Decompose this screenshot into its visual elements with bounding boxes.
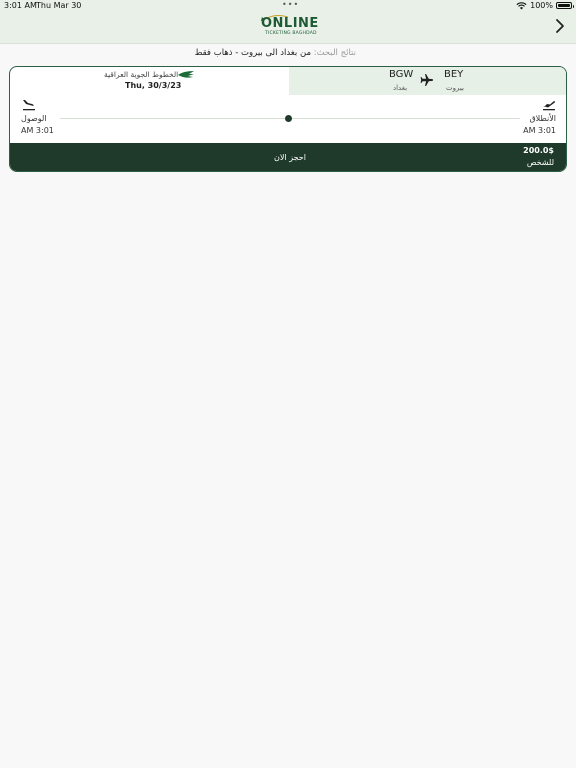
battery-icon (556, 2, 574, 9)
logo-subtitle: TICKETING BAGHDAD (265, 31, 317, 36)
search-summary: نتائج البحث: من بغداد الى بيروت - ذهاب ف… (195, 48, 356, 58)
book-now-button[interactable]: احجز الان 200.0$ للشخص (10, 143, 566, 171)
price: 200.0$ (523, 146, 554, 155)
flight-card[interactable]: BGW بغداد BEY بيروت الخطوط الجوية العراق… (9, 66, 567, 172)
timeline-dot (285, 115, 292, 122)
destination-code: BGW (389, 69, 414, 80)
book-now-label: احجز الان (274, 153, 306, 162)
app-logo: ONLINE TICKETING BAGHDAD (254, 14, 322, 40)
arrival-label: الوصول (21, 114, 47, 123)
chevron-right-icon[interactable] (554, 18, 566, 34)
origin-city: بيروت (446, 84, 464, 92)
per-person-label: للشخص (526, 158, 554, 167)
wifi-icon (516, 1, 527, 10)
airline-name: الخطوط الجوية العراقية (104, 70, 179, 79)
departure-label: الأنطلاق (529, 114, 556, 123)
results-value: من بغداد الى بيروت - ذهاب فقط (194, 48, 311, 58)
takeoff-icon (543, 101, 555, 111)
flight-date: Thu, 30/3/23 (125, 81, 182, 90)
status-date: Thu Mar 30 (36, 1, 82, 10)
route-summary: BGW بغداد BEY بيروت (289, 67, 566, 95)
departure-time: AM 3:01 (523, 126, 556, 135)
top-header: 3:01 AM Thu Mar 30 ••• 100% ONLINE TICKE… (0, 0, 576, 44)
multitasking-dots-icon[interactable]: ••• (282, 0, 299, 9)
arrival-time: AM 3:01 (21, 126, 54, 135)
status-time: 3:01 AM (4, 1, 37, 10)
logo-text: ONLINE (261, 16, 319, 31)
status-indicators: 100% (516, 1, 574, 10)
airplane-icon (420, 74, 433, 86)
destination-city: بغداد (393, 84, 408, 92)
landing-icon (23, 100, 35, 111)
battery-percent: 100% (530, 1, 553, 10)
origin-code: BEY (444, 69, 464, 80)
airline-logo-icon (178, 71, 194, 78)
results-label: نتائج البحث: (313, 48, 356, 58)
